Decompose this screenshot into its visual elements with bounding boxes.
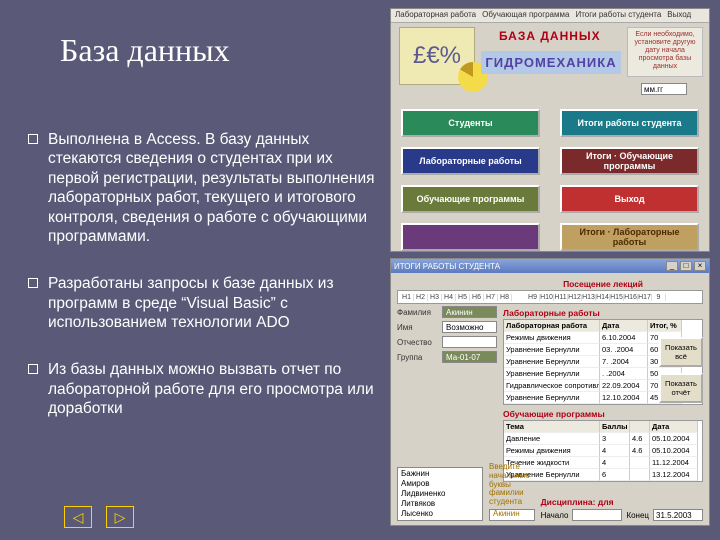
patronymic-input[interactable] — [442, 336, 497, 348]
attendance-heading: Посещение лекций — [397, 279, 643, 289]
tutorials-button[interactable]: Обучающие программы — [401, 185, 540, 213]
entry-hint: Введите начальные буквы фамилии студента… — [489, 463, 535, 521]
menubar[interactable]: Лабораторная работа Обучающая программа … — [391, 9, 709, 23]
bullet-list: Выполнена в Access. В базу данных стекаю… — [28, 130, 378, 447]
slide-title: База данных — [60, 32, 230, 69]
col-score: Итог, % — [648, 320, 682, 332]
bullet-text: Разработаны запросы к базе данных из про… — [48, 274, 378, 332]
col-lab: Лабораторная работа — [504, 320, 600, 332]
name-input[interactable]: Возможно — [442, 321, 497, 333]
show-all-button[interactable]: Показать всё — [659, 337, 703, 367]
extra-button[interactable] — [401, 223, 540, 251]
patronymic-label: Отчество — [397, 338, 439, 347]
students-button[interactable]: Студенты — [401, 109, 540, 137]
app-logo-icon: £€% — [399, 27, 475, 85]
bullet-text: Из базы данных можно вызвать отчет по ла… — [48, 360, 378, 418]
lab-results-button[interactable]: Итоги · Лабораторные работы — [560, 223, 699, 251]
surname-label: Фамилия — [397, 308, 439, 317]
bullet-text: Выполнена в Access. В базу данных стекаю… — [48, 130, 378, 246]
minimize-icon[interactable]: _ — [666, 261, 678, 271]
prev-button[interactable]: ◁ — [64, 506, 92, 528]
main-button-grid: Студенты Итоги работы студента Лаборатор… — [401, 109, 699, 241]
tutorial-results-button[interactable]: Итоги · Обучающие программы — [560, 147, 699, 175]
maximize-icon[interactable]: □ — [680, 261, 692, 271]
start-label: Начало — [541, 511, 569, 520]
exit-button[interactable]: Выход — [560, 185, 699, 213]
bullet-item: Выполнена в Access. В базу данных стекаю… — [28, 130, 378, 246]
student-listbox[interactable]: Бажнин Амиров Лидвиненко Литвяков Лысенк… — [397, 467, 483, 521]
surname-filter-input[interactable]: Акинин — [489, 509, 535, 521]
bullet-marker-icon — [28, 134, 38, 144]
table-row: Давление34.605.10.2004 — [504, 433, 702, 445]
menu-item[interactable]: Выход — [667, 10, 691, 21]
triangle-left-icon: ◁ — [73, 509, 84, 526]
end-label: Конец — [626, 511, 649, 520]
student-results-window: ИТОГИ РАБОТЫ СТУДЕНТА _ □ × Посещение ле… — [390, 258, 710, 526]
date-hint: Если необходимо, установите другую дату … — [627, 27, 703, 77]
close-icon[interactable]: × — [694, 261, 706, 271]
date-range: Дисциплина: для НачалоКонец31.5.2003 — [541, 497, 703, 521]
student-results-button[interactable]: Итоги работы студента — [560, 109, 699, 137]
end-date-input[interactable]: 31.5.2003 — [653, 509, 703, 521]
triangle-right-icon: ▷ — [115, 509, 126, 526]
labs-button[interactable]: Лабораторные работы — [401, 147, 540, 175]
bullet-item: Из базы данных можно вызвать отчет по ла… — [28, 360, 378, 418]
table-row: Режимы движения44.605.10.2004 — [504, 445, 702, 457]
student-fields: ФамилияАкинин ИмяВозможно Отчество Групп… — [397, 306, 497, 405]
db-main-window: Лабораторная работа Обучающая программа … — [390, 8, 710, 252]
col-date: Дата — [600, 320, 648, 332]
date-input[interactable]: мм.гг — [641, 83, 687, 95]
surname-input[interactable]: Акинин — [442, 306, 497, 318]
menu-item[interactable]: Лабораторная работа — [395, 10, 476, 21]
attendance-row: Н1Н2Н3Н4Н5Н6Н7Н8Н9Н10Н11Н12Н13Н14Н15Н16Н… — [397, 290, 703, 304]
bullet-marker-icon — [28, 278, 38, 288]
window-title: ИТОГИ РАБОТЫ СТУДЕНТА — [394, 262, 500, 271]
show-report-button[interactable]: Показать отчёт — [659, 373, 703, 403]
group-label: Группа — [397, 353, 439, 362]
labs-heading: Лабораторные работы — [503, 308, 703, 318]
name-label: Имя — [397, 323, 439, 332]
slide-nav: ◁ ▷ — [64, 506, 134, 528]
titlebar[interactable]: ИТОГИ РАБОТЫ СТУДЕНТА _ □ × — [391, 259, 709, 273]
menu-item[interactable]: Итоги работы студента — [575, 10, 661, 21]
start-date-input[interactable] — [572, 509, 622, 521]
bullet-marker-icon — [28, 364, 38, 374]
db-heading: БАЗА ДАННЫХ — [499, 29, 601, 43]
side-buttons: Показать всё Показать отчёт — [659, 337, 703, 403]
group-input[interactable]: Ма-01-07 — [442, 351, 497, 363]
programs-heading: Обучающие программы — [503, 409, 703, 419]
db-subheading: ГИДРОМЕХАНИКА — [481, 51, 621, 74]
next-button[interactable]: ▷ — [106, 506, 134, 528]
bullet-item: Разработаны запросы к базе данных из про… — [28, 274, 378, 332]
menu-item[interactable]: Обучающая программа — [482, 10, 569, 21]
